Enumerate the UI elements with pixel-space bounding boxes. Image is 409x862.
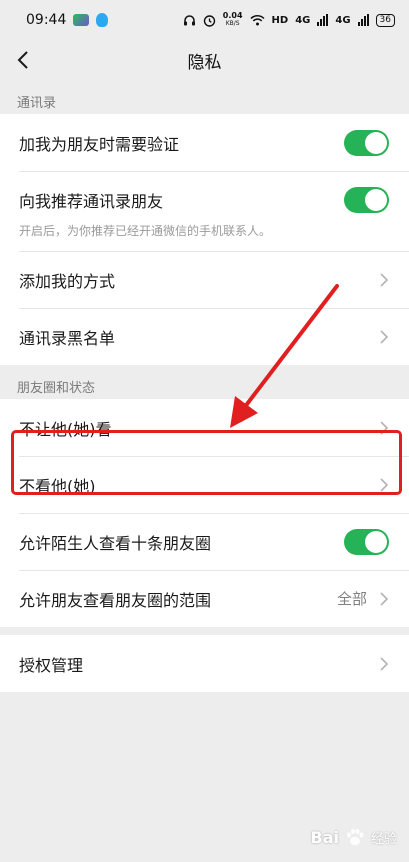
moments-range-value: 全部 [336,590,367,608]
add-methods-row[interactable]: 添加我的方式 [0,251,409,308]
contacts-group: 加我为朋友时需要验证 向我推荐通讯录朋友 开启后，为你推荐已经开通微信的手机联系… [0,114,409,365]
toggle-knob [365,530,387,553]
battery-icon: 36 [375,13,395,27]
signal-icon-2 [357,14,369,26]
page-title: 隐私 [187,52,222,73]
auth-manage-label: 授权管理 [19,655,84,675]
block-from-viewing-label: 不让他(她)看 [19,419,112,439]
network-type-1: 4G [295,14,311,26]
moments-range-label: 允许朋友查看朋友圈的范围 [19,590,212,610]
network-type-2: 4G [335,14,351,26]
baidu-jingyan-watermark: Bai 经验 [311,826,398,848]
block-from-viewing-row[interactable]: 不让他(她)看 [0,399,409,456]
toggle-knob [365,131,387,154]
hide-their-moments-label: 不看他(她) [19,476,96,496]
auth-group: 授权管理 [0,635,409,692]
auth-manage-row[interactable]: 授权管理 [0,635,409,692]
back-arrow-icon [17,51,28,69]
watermark-sub: 经验 [370,831,397,847]
chevron-right-icon [380,329,389,344]
section-header-moments: 朋友圈和状态 [17,381,96,396]
stranger-view-toggle[interactable] [344,528,389,555]
qq-notification-icon [96,13,109,27]
chevron-right-icon [380,656,389,671]
alarm-icon [203,14,215,27]
nav-bar: 隐私 [0,40,409,80]
blacklist-row[interactable]: 通讯录黑名单 [0,308,409,365]
recommend-contacts-row[interactable]: 向我推荐通讯录朋友 开启后，为你推荐已经开通微信的手机联系人。 [0,171,409,251]
back-button[interactable] [10,44,40,76]
verify-when-add-row[interactable]: 加我为朋友时需要验证 [0,114,409,171]
stranger-view-label: 允许陌生人查看十条朋友圈 [19,533,212,553]
headset-icon [183,14,195,25]
verify-when-add-toggle[interactable] [344,129,389,156]
toggle-knob [365,189,387,211]
chevron-right-icon [380,272,389,287]
app-notification-icon [73,14,90,26]
paw-logo-icon [346,828,364,846]
status-bar: 09:44 0.04 KB/S HD 4G 4G 36 [0,0,409,40]
add-methods-label: 添加我的方式 [19,271,116,291]
signal-icon [317,14,329,26]
recommend-contacts-toggle[interactable] [344,187,389,213]
watermark-brand: Bai [310,827,339,847]
verify-when-add-label: 加我为朋友时需要验证 [19,134,180,154]
net-speed: 0.04 KB/S [222,11,243,28]
chevron-right-icon [380,420,389,435]
recommend-contacts-desc: 开启后，为你推荐已经开通微信的手机联系人。 [19,224,272,238]
chevron-right-icon [380,591,389,606]
moments-range-row[interactable]: 允许朋友查看朋友圈的范围 全部 [0,570,409,627]
wifi-icon [249,14,265,26]
stranger-view-row[interactable]: 允许陌生人查看十条朋友圈 [0,513,409,570]
moments-group: 不让他(她)看 不看他(她) 允许陌生人查看十条朋友圈 允许朋友查看朋友圈的范围… [0,399,409,627]
section-header-contacts: 通讯录 [17,96,57,111]
hide-their-moments-row[interactable]: 不看他(她) [0,456,409,513]
recommend-contacts-label: 向我推荐通讯录朋友 [19,192,164,211]
chevron-right-icon [380,477,389,492]
hd-badge: HD [271,14,289,26]
clock: 09:44 [26,12,67,28]
blacklist-label: 通讯录黑名单 [19,328,116,348]
